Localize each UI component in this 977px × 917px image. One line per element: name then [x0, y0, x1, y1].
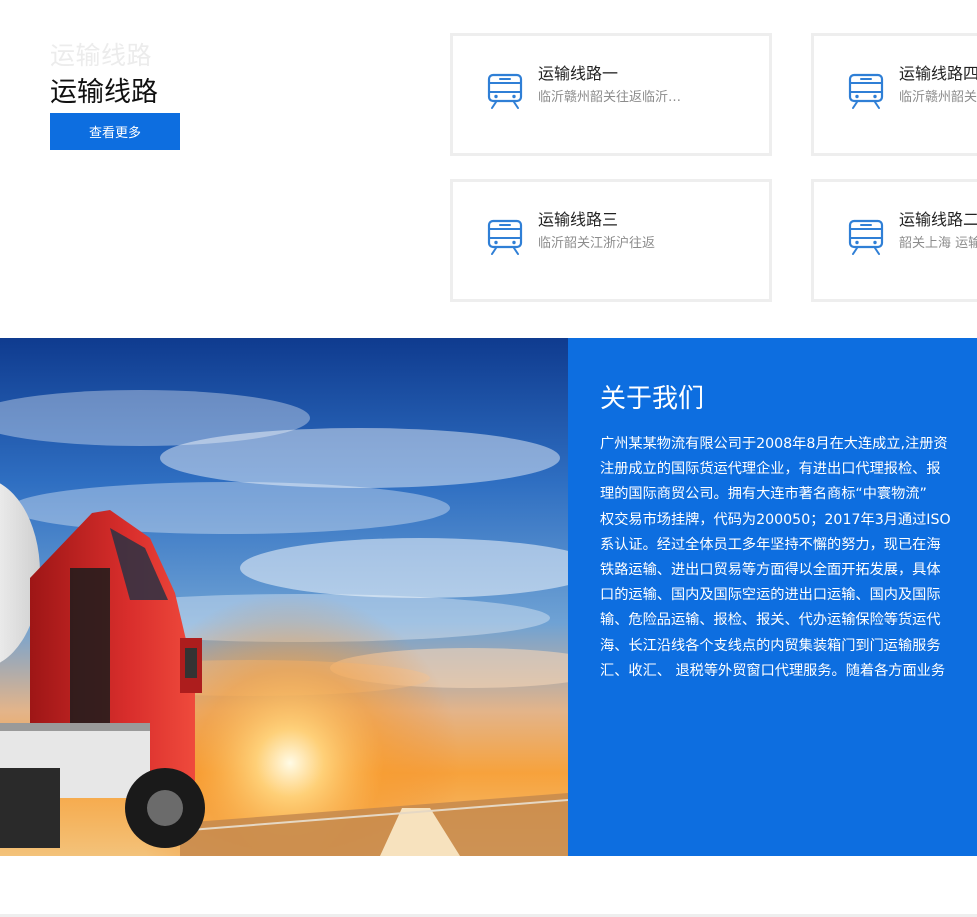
about-line: 理的国际商贸公司。拥有大连市著名商标“中寰物流” — [600, 486, 927, 503]
train-icon — [848, 73, 884, 109]
route-card-3[interactable]: 运输线路三 临沂韶关江浙沪往返 — [450, 179, 772, 302]
route-description: 临沂赣州韶关往返临沂… — [538, 90, 682, 105]
about-line: 系认证。经过全体员工多年坚持不懈的努力，现已在海 — [600, 536, 941, 553]
about-title: 关于我们 — [600, 384, 705, 414]
route-description: 临沂赣州韶关往返 — [899, 90, 977, 105]
route-card-2[interactable]: 运输线路二 韶关上海 运输 — [811, 179, 977, 302]
train-icon — [848, 219, 884, 255]
route-name: 运输线路四 — [899, 64, 977, 83]
route-name: 运输线路二 — [899, 210, 977, 229]
about-line: 海、长江沿线各个支线点的内贸集装箱门到门运输服务 — [600, 637, 941, 654]
route-name: 运输线路一 — [538, 64, 619, 83]
routes-section: 运输线路 运输线路 查看更多 运输线路一 临沂赣州韶关往返临沂… 运输线路四 临… — [0, 0, 977, 338]
routes-title: 运输线路 — [50, 77, 158, 108]
route-description: 临沂韶关江浙沪往返 — [538, 236, 656, 251]
route-description: 韶关上海 运输 — [899, 236, 977, 251]
train-icon — [487, 73, 523, 109]
route-card-4[interactable]: 运输线路四 临沂赣州韶关往返 — [811, 33, 977, 156]
about-line: 权交易市场挂牌，代码为200050；2017年3月通过ISO — [600, 511, 951, 528]
truck-sunset-image — [0, 338, 568, 856]
about-line: 汇、收汇、 退税等外贸窗口代理服务。随着各方面业务 — [600, 662, 946, 679]
train-icon — [487, 219, 523, 255]
about-line: 铁路运输、进出口贸易等方面得以全面开拓发展，具体 — [600, 561, 941, 578]
about-description: 广州某某物流有限公司于2008年8月在大连成立,注册资 注册成立的国际货运代理企… — [600, 432, 977, 684]
view-more-button[interactable]: 查看更多 — [50, 113, 180, 150]
bottom-spacer — [0, 856, 977, 917]
about-line: 注册成立的国际货运代理企业，有进出口代理报检、报 — [600, 461, 941, 478]
route-card-1[interactable]: 运输线路一 临沂赣州韶关往返临沂… — [450, 33, 772, 156]
section-watermark-title: 运输线路 — [50, 41, 153, 70]
about-section: 关于我们 广州某某物流有限公司于2008年8月在大连成立,注册资 注册成立的国际… — [0, 338, 977, 856]
about-panel: 关于我们 广州某某物流有限公司于2008年8月在大连成立,注册资 注册成立的国际… — [568, 338, 977, 856]
about-line: 输、危险品运输、报检、报关、代办运输保险等货运代 — [600, 612, 941, 629]
about-line: 口的运输、国内及国际空运的进出口运输、国内及国际 — [600, 587, 941, 604]
route-name: 运输线路三 — [538, 210, 619, 229]
about-line: 广州某某物流有限公司于2008年8月在大连成立,注册资 — [600, 436, 948, 452]
